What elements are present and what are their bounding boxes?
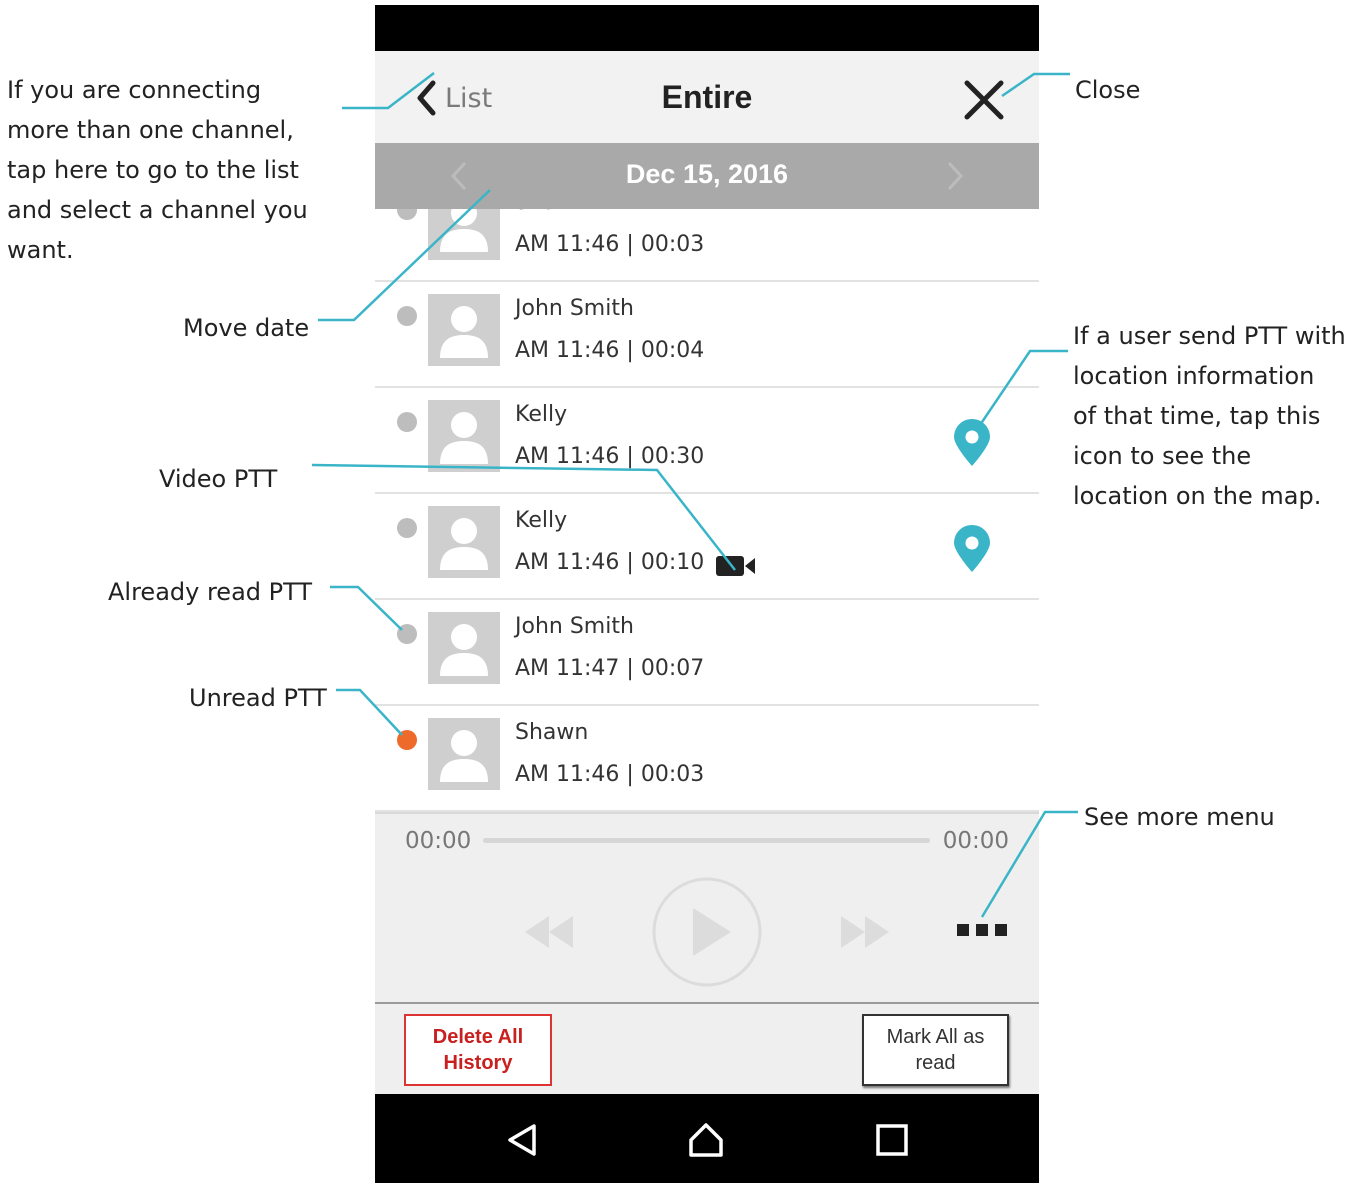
annotation-leader-lines <box>311 72 1078 918</box>
